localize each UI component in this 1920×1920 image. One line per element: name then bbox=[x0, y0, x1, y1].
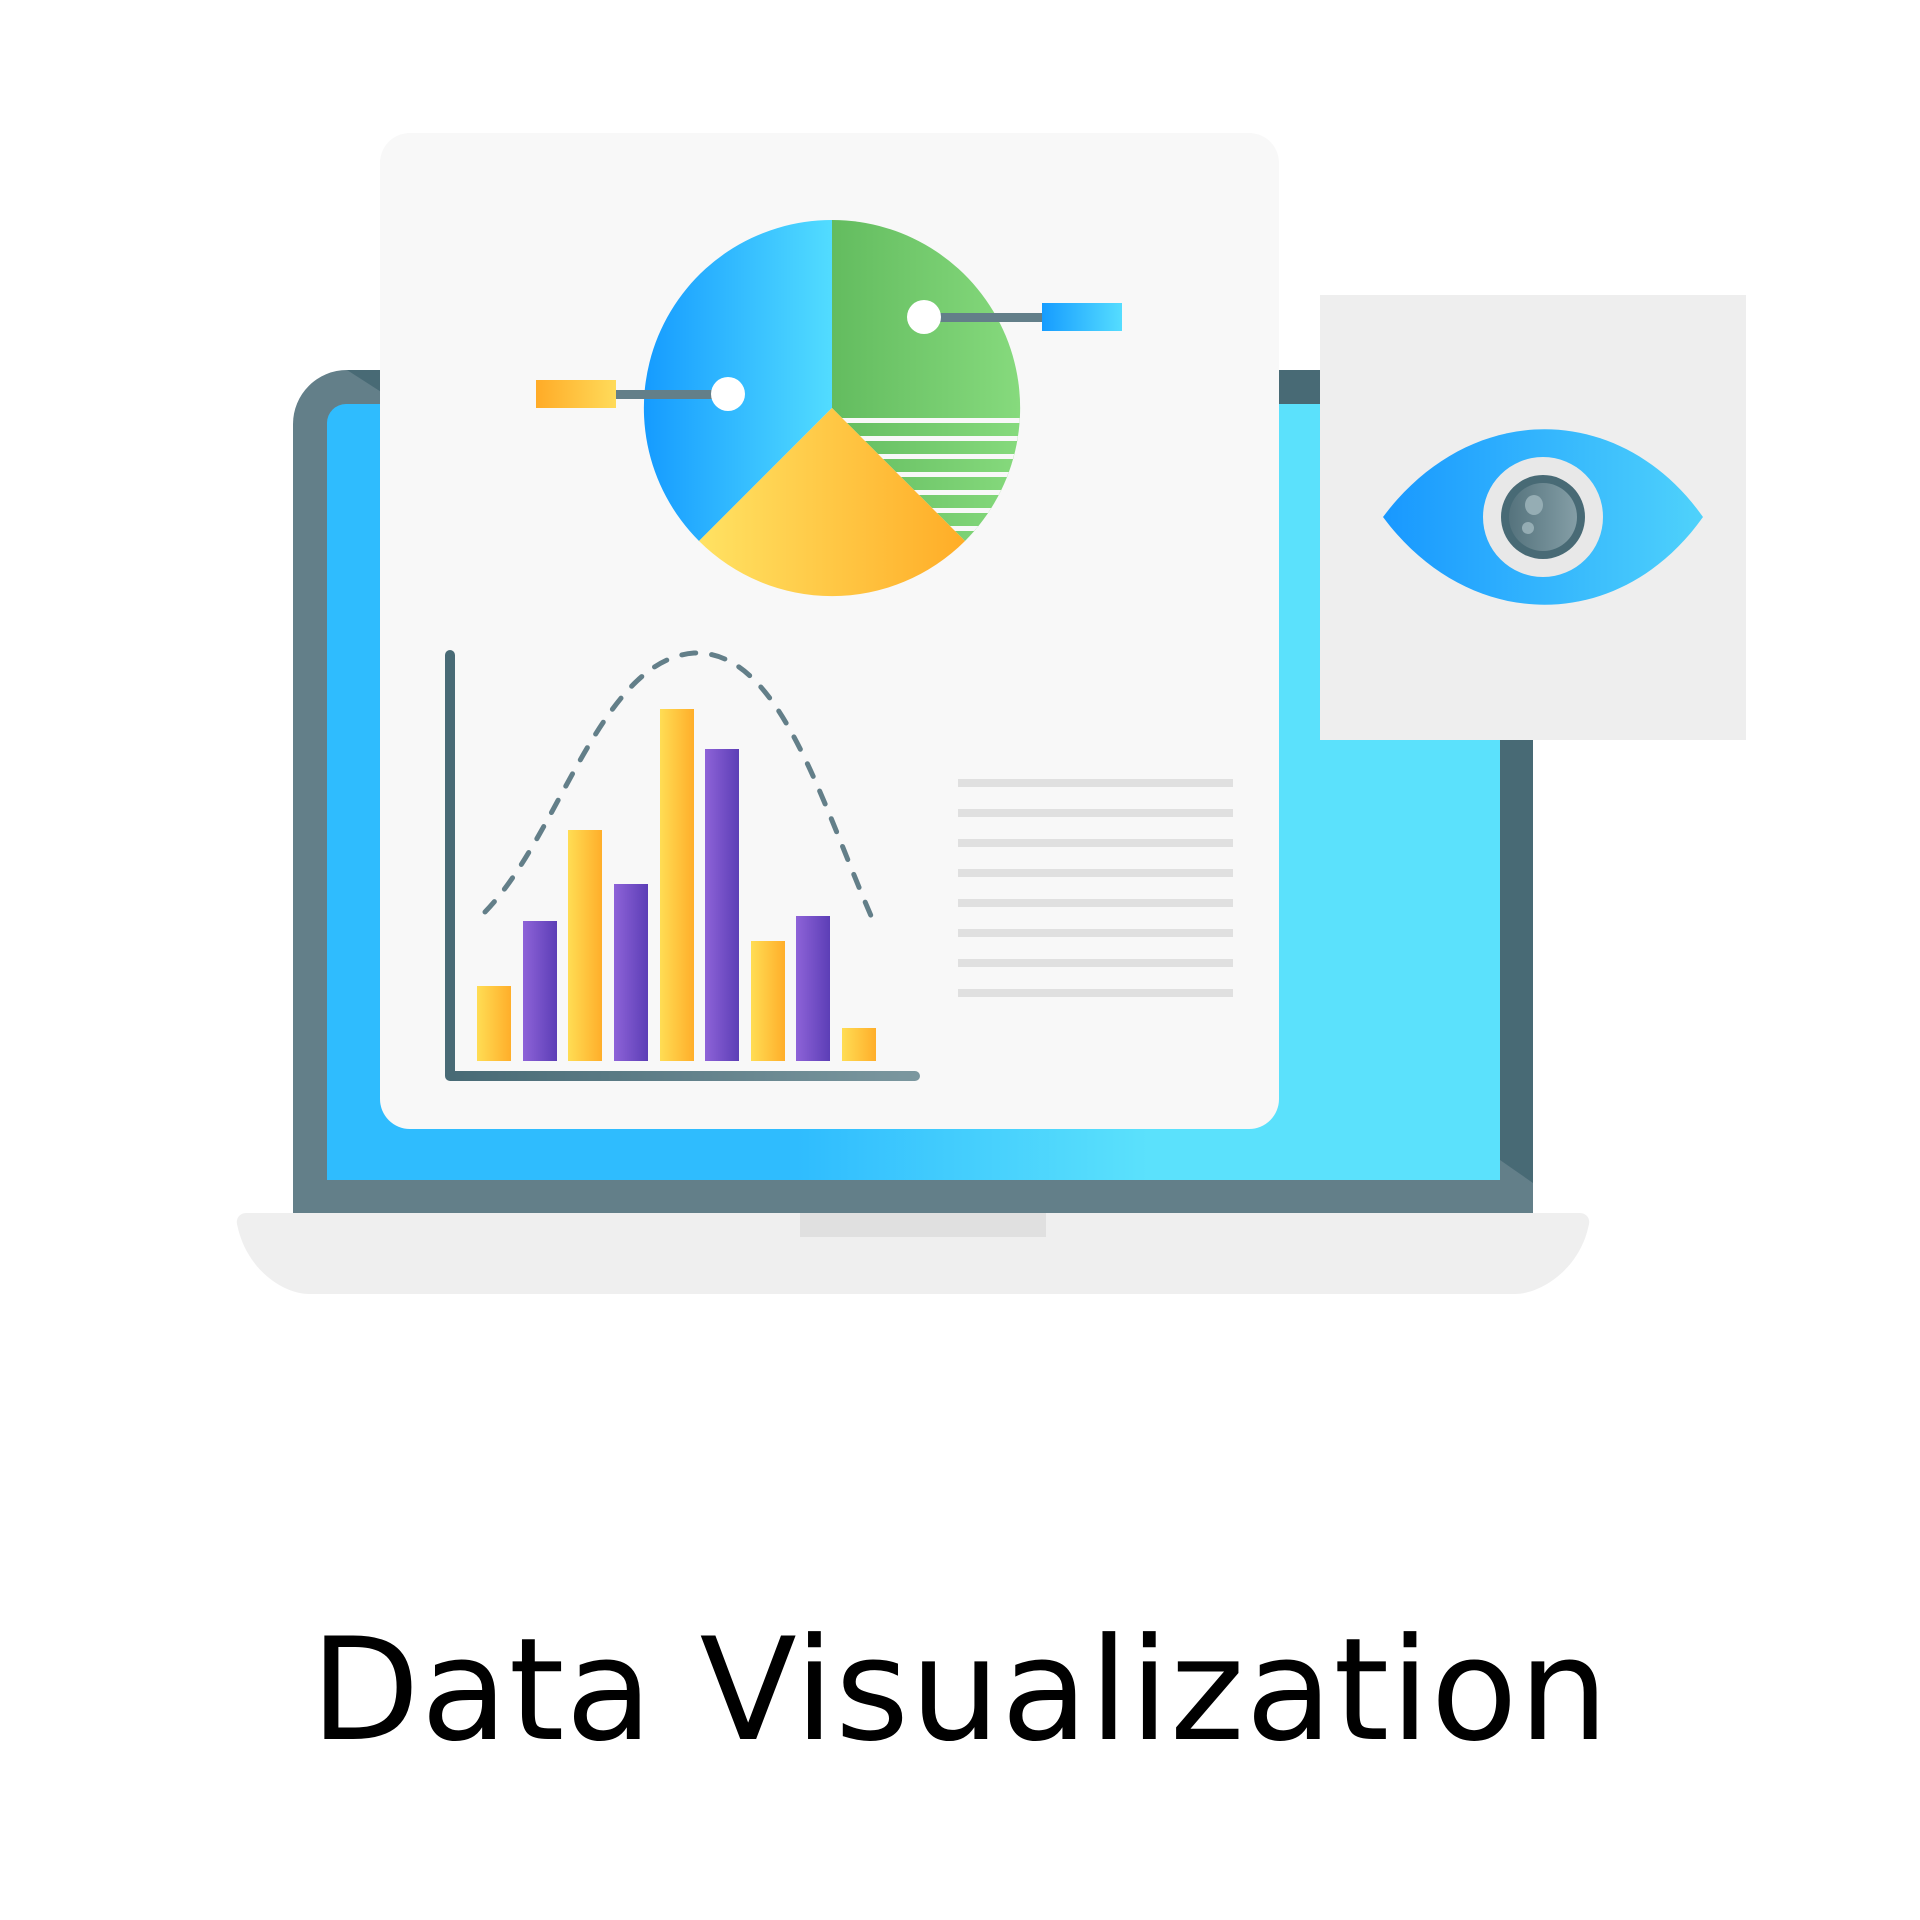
pie-label-bar-right bbox=[1042, 303, 1122, 331]
bar-3 bbox=[568, 830, 602, 1061]
eye-highlight-large bbox=[1525, 495, 1543, 515]
eye-highlight-small bbox=[1522, 522, 1534, 534]
bar-1 bbox=[477, 986, 511, 1061]
bar-9 bbox=[842, 1028, 876, 1061]
pie-marker-right bbox=[907, 300, 941, 334]
bar-7 bbox=[751, 941, 785, 1061]
bar-5 bbox=[660, 709, 694, 1061]
bar-2 bbox=[523, 921, 557, 1061]
pie-leader-right bbox=[940, 313, 1042, 322]
eye-panel bbox=[1320, 295, 1746, 740]
caption-title: Data Visualization bbox=[310, 1607, 1610, 1773]
bar-6 bbox=[705, 749, 739, 1061]
report-document-icon bbox=[380, 133, 1279, 1129]
bar-8 bbox=[796, 916, 830, 1061]
bar-4 bbox=[614, 884, 648, 1061]
pie-leader-left bbox=[616, 390, 712, 399]
pie-label-bar-left bbox=[536, 380, 616, 408]
pie-marker-left bbox=[711, 377, 745, 411]
eye-pupil bbox=[1509, 483, 1577, 551]
laptop-notch bbox=[800, 1213, 1046, 1237]
